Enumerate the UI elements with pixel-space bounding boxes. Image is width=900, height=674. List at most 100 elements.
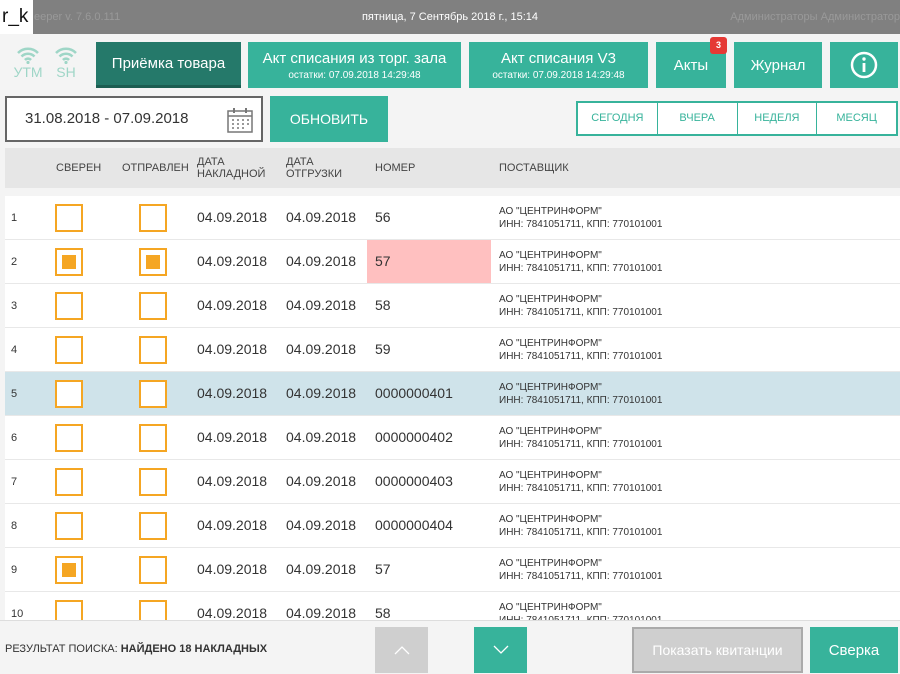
supplier-name: АО "ЦЕНТРИНФОРМ" <box>499 426 602 437</box>
supplier: АО "ЦЕНТРИНФОРМ"ИНН: 7841051711, КПП: 77… <box>499 557 662 583</box>
footer: РЕЗУЛЬТАТ ПОИСКА: НАЙДЕНО 18 НАКЛАДНЫХ П… <box>0 620 900 674</box>
sent-checkbox[interactable] <box>139 204 167 232</box>
journal-label: Журнал <box>751 57 806 74</box>
reconcile-label: Сверка <box>829 642 880 659</box>
checked-checkbox[interactable] <box>55 292 83 320</box>
result-value: НАЙДЕНО 18 НАКЛАДНЫХ <box>121 643 267 655</box>
invoice-date: 04.09.2018 <box>197 561 267 577</box>
col-ship-date: ДАТА ОТГРУЗКИ <box>286 156 346 180</box>
invoice-number: 0000000401 <box>367 372 491 415</box>
invoice-date: 04.09.2018 <box>197 297 267 313</box>
receive-goods-button[interactable]: Приёмка товара <box>96 42 241 88</box>
invoice-list[interactable]: 104.09.201804.09.201856АО "ЦЕНТРИНФОРМ"И… <box>5 196 900 620</box>
col-number: НОМЕР <box>375 162 415 174</box>
show-receipts-button[interactable]: Показать квитанции <box>632 627 803 673</box>
table-row[interactable]: 504.09.201804.09.20180000000401АО "ЦЕНТР… <box>5 372 900 416</box>
supplier-name: АО "ЦЕНТРИНФОРМ" <box>499 514 602 525</box>
sent-checkbox[interactable] <box>139 424 167 452</box>
supplier-inn: ИНН: 7841051711, КПП: 770101001 <box>499 527 662 538</box>
acts-label: Акты <box>674 57 708 74</box>
receive-goods-label: Приёмка товара <box>112 55 225 72</box>
table-header: СВЕРЕН ОТПРАВЛЕН ДАТА НАКЛАДНОЙ ДАТА ОТГ… <box>5 148 900 188</box>
table-row[interactable]: 204.09.201804.09.201857АО "ЦЕНТРИНФОРМ"И… <box>5 240 900 284</box>
supplier: АО "ЦЕНТРИНФОРМ" ИНН: 7841051711, КПП: 77… <box>499 513 662 539</box>
checked-checkbox[interactable] <box>55 468 83 496</box>
table-row[interactable]: 104.09.201804.09.201856АО "ЦЕНТРИНФОРМ"И… <box>5 196 900 240</box>
info-icon <box>850 51 878 79</box>
ship-date: 04.09.2018 <box>286 473 356 489</box>
col-invoice-date: ДАТА НАКЛАДНОЙ <box>197 156 267 180</box>
sent-checkbox[interactable] <box>139 556 167 584</box>
sent-checkbox[interactable] <box>139 248 167 276</box>
supplier-name: АО "ЦЕНТРИНФОРМ" <box>499 338 602 349</box>
col-checked: СВЕРЕН <box>56 162 101 174</box>
search-result: РЕЗУЛЬТАТ ПОИСКА: НАЙДЕНО 18 НАКЛАДНЫХ <box>5 643 267 655</box>
acts-badge: 3 <box>710 37 727 54</box>
checked-checkbox[interactable] <box>55 512 83 540</box>
wifi-icon <box>16 46 40 64</box>
ship-date: 04.09.2018 <box>286 429 356 445</box>
writeoff-v3-sub: остатки: 07.09.2018 14:29:48 <box>492 70 624 81</box>
table-row[interactable]: 604.09.201804.09.20180000000402АО "ЦЕНТР… <box>5 416 900 460</box>
supplier: АО "ЦЕНТРИНФОРМ"ИНН: 7841051711, КПП: 77… <box>499 337 662 363</box>
sent-checkbox[interactable] <box>139 468 167 496</box>
user-name: Администраторы Администратор <box>730 11 900 23</box>
checked-checkbox[interactable] <box>55 204 83 232</box>
row-index: 3 <box>11 300 17 312</box>
sent-checkbox[interactable] <box>139 512 167 540</box>
table-row[interactable]: 304.09.201804.09.201858АО "ЦЕНТРИНФОРМ"И… <box>5 284 900 328</box>
supplier-inn: ИНН: 7841051711, КПП: 770101001 <box>499 307 662 318</box>
wifi-icon <box>54 46 78 64</box>
supplier-name: АО "ЦЕНТРИНФОРМ" <box>499 470 602 481</box>
scroll-down-button[interactable] <box>474 627 527 673</box>
checked-checkbox[interactable] <box>55 600 83 620</box>
invoice-number: 58 <box>367 592 491 620</box>
date-range-input[interactable]: 31.08.2018 - 07.09.2018 <box>5 96 263 142</box>
invoice-number: 0000000404 <box>367 504 491 547</box>
calendar-icon[interactable] <box>227 107 253 133</box>
info-button[interactable] <box>830 42 898 88</box>
writeoff-hall-button[interactable]: Акт списания из торг. залаостатки: 07.09… <box>248 42 461 88</box>
scroll-up-button[interactable] <box>375 627 428 673</box>
supplier-name: АО "ЦЕНТРИНФОРМ" <box>499 558 602 569</box>
invoice-date: 04.09.2018 <box>197 605 267 620</box>
week-button[interactable]: НЕДЕЛЯ <box>737 103 817 134</box>
table-row[interactable]: 904.09.201804.09.201857АО "ЦЕНТРИНФОРМ"И… <box>5 548 900 592</box>
checked-checkbox[interactable] <box>55 556 83 584</box>
supplier: АО "ЦЕНТРИНФОРМ"ИНН: 7841051711, КПП: 77… <box>499 601 662 620</box>
sent-checkbox[interactable] <box>139 292 167 320</box>
table-row[interactable]: 1004.09.201804.09.201858АО "ЦЕНТРИНФОРМ"… <box>5 592 900 620</box>
supplier-name: АО "ЦЕНТРИНФОРМ" <box>499 602 602 613</box>
journal-button[interactable]: Журнал <box>734 42 822 88</box>
writeoff-hall-sub: остатки: 07.09.2018 14:29:48 <box>288 70 420 81</box>
yesterday-button[interactable]: ВЧЕРА <box>657 103 737 134</box>
checked-checkbox[interactable] <box>55 424 83 452</box>
month-button[interactable]: МЕСЯЦ <box>816 103 896 134</box>
row-index: 6 <box>11 432 17 444</box>
sent-checkbox[interactable] <box>139 380 167 408</box>
writeoff-v3-button[interactable]: Акт списания V3остатки: 07.09.2018 14:29… <box>469 42 648 88</box>
today-button[interactable]: СЕГОДНЯ <box>578 103 657 134</box>
checked-checkbox[interactable] <box>55 248 83 276</box>
table-row[interactable]: 404.09.201804.09.201859АО "ЦЕНТРИНФОРМ"И… <box>5 328 900 372</box>
invoice-number: 0000000403 <box>367 460 491 503</box>
invoice-number: 57 <box>367 240 491 283</box>
col-supplier: ПОСТАВЩИК <box>499 162 569 174</box>
sh-status: SH <box>51 46 81 80</box>
table-row[interactable]: 804.09.201804.09.20180000000404АО "ЦЕНТР… <box>5 504 900 548</box>
refresh-button[interactable]: ОБНОВИТЬ <box>270 96 388 142</box>
invoice-date: 04.09.2018 <box>197 385 267 401</box>
sent-checkbox[interactable] <box>139 336 167 364</box>
sent-checkbox[interactable] <box>139 600 167 620</box>
refresh-label: ОБНОВИТЬ <box>290 111 368 127</box>
row-index: 9 <box>11 564 17 576</box>
invoice-date: 04.09.2018 <box>197 517 267 533</box>
ship-date: 04.09.2018 <box>286 605 356 620</box>
checked-checkbox[interactable] <box>55 380 83 408</box>
table-row[interactable]: 704.09.201804.09.20180000000403АО "ЦЕНТР… <box>5 460 900 504</box>
reconcile-button[interactable]: Сверка <box>810 627 898 673</box>
checked-checkbox[interactable] <box>55 336 83 364</box>
ship-date: 04.09.2018 <box>286 209 356 225</box>
supplier: АО "ЦЕНТРИНФОРМ"ИНН: 7841051711, КПП: 77… <box>499 469 662 495</box>
invoice-date: 04.09.2018 <box>197 341 267 357</box>
